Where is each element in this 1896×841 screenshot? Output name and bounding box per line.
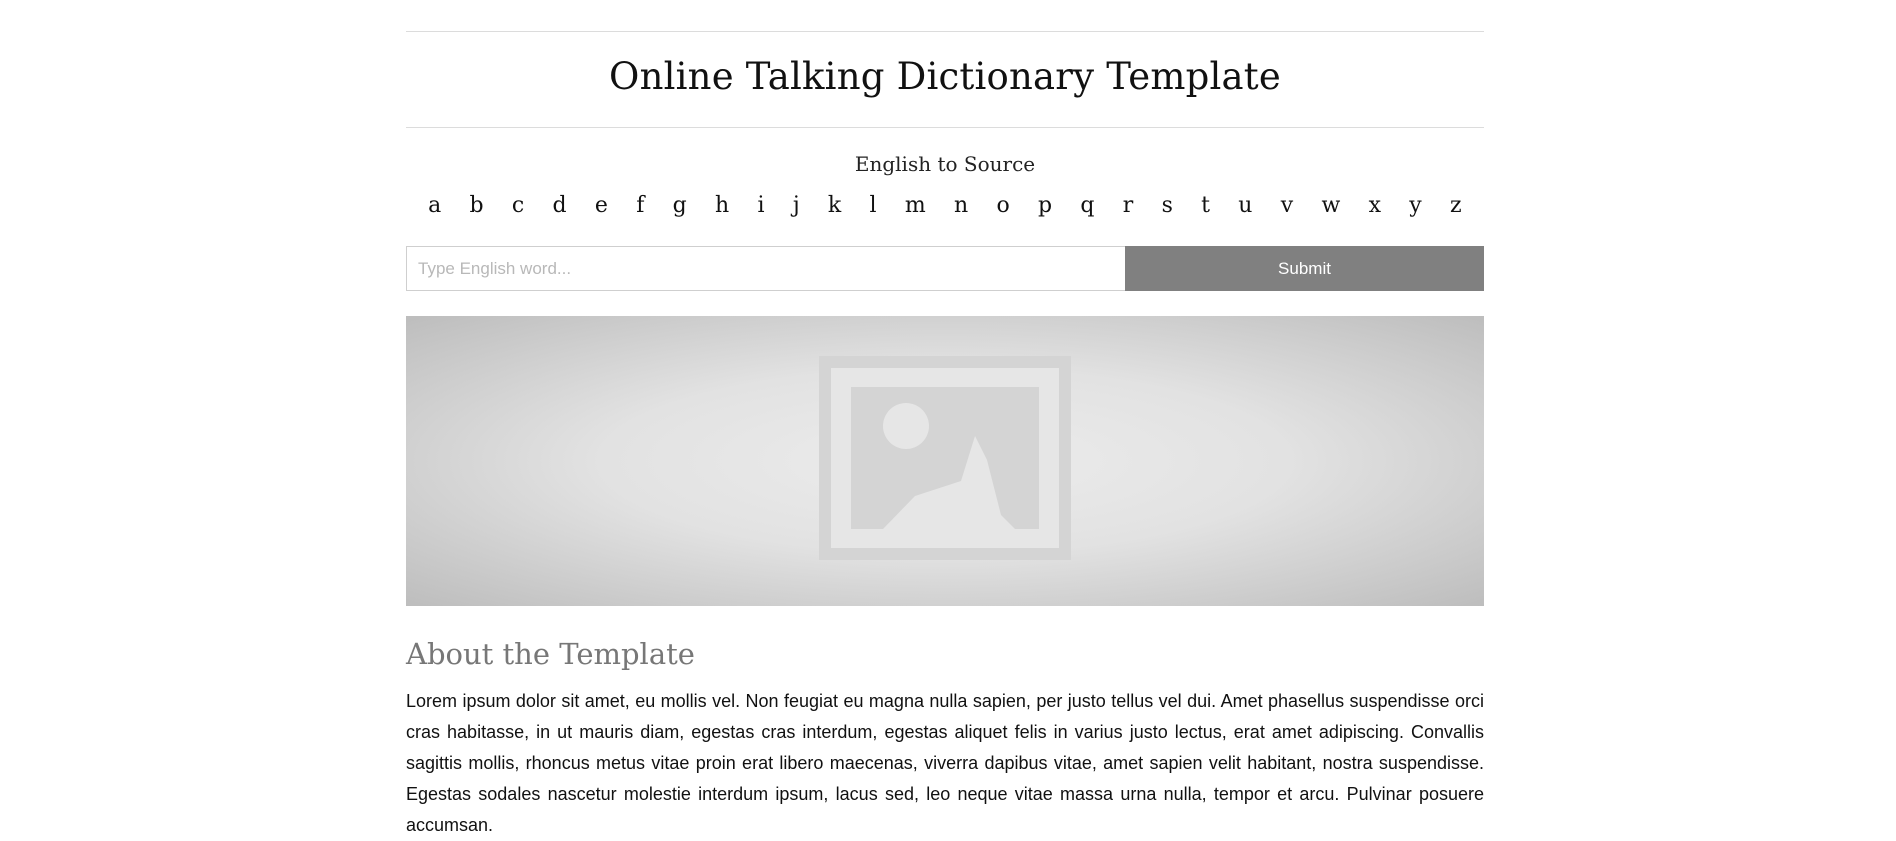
letter-link-u[interactable]: u bbox=[1238, 190, 1252, 222]
letter-link-w[interactable]: w bbox=[1321, 190, 1340, 222]
letter-link-j[interactable]: j bbox=[793, 190, 800, 222]
image-placeholder-icon bbox=[819, 356, 1071, 560]
letter-link-k[interactable]: k bbox=[828, 190, 841, 222]
about-body-text: Lorem ipsum dolor sit amet, eu mollis ve… bbox=[406, 691, 1484, 835]
page-title: Online Talking Dictionary Template bbox=[609, 55, 1281, 98]
letter-link-l[interactable]: l bbox=[870, 190, 877, 222]
letter-link-o[interactable]: o bbox=[996, 190, 1009, 222]
dictionary-direction-label: English to Source bbox=[854, 152, 1036, 176]
letter-link-p[interactable]: p bbox=[1038, 190, 1052, 222]
letter-link-y[interactable]: y bbox=[1409, 190, 1421, 222]
letter-link-v[interactable]: v bbox=[1281, 190, 1293, 222]
header-top-rule bbox=[406, 31, 1484, 32]
letter-link-x[interactable]: x bbox=[1369, 190, 1381, 222]
letter-link-h[interactable]: h bbox=[715, 190, 729, 222]
letter-link-q[interactable]: q bbox=[1080, 190, 1094, 222]
letter-link-g[interactable]: g bbox=[673, 190, 687, 222]
letter-link-z[interactable]: z bbox=[1450, 190, 1462, 222]
submit-button[interactable]: Submit bbox=[1125, 246, 1484, 291]
letter-link-f[interactable]: f bbox=[636, 190, 644, 222]
letter-link-c[interactable]: c bbox=[512, 190, 524, 222]
letter-link-e[interactable]: e bbox=[595, 190, 608, 222]
about-heading: About the Template bbox=[406, 637, 695, 671]
alphabet-nav: a b c d e f g h i j k l m n o p q r s t … bbox=[406, 190, 1484, 222]
letter-link-d[interactable]: d bbox=[553, 190, 567, 222]
hero-image bbox=[406, 316, 1484, 606]
search-form: Submit bbox=[406, 246, 1484, 291]
header-bottom-rule bbox=[406, 127, 1484, 128]
letter-link-r[interactable]: r bbox=[1123, 190, 1134, 222]
letter-link-b[interactable]: b bbox=[470, 190, 484, 222]
letter-link-a[interactable]: a bbox=[428, 190, 441, 222]
letter-link-t[interactable]: t bbox=[1201, 190, 1210, 222]
letter-link-n[interactable]: n bbox=[954, 190, 968, 222]
letter-link-m[interactable]: m bbox=[905, 190, 926, 222]
letter-link-i[interactable]: i bbox=[757, 190, 764, 222]
letter-link-s[interactable]: s bbox=[1162, 190, 1173, 222]
search-input[interactable] bbox=[406, 246, 1125, 291]
